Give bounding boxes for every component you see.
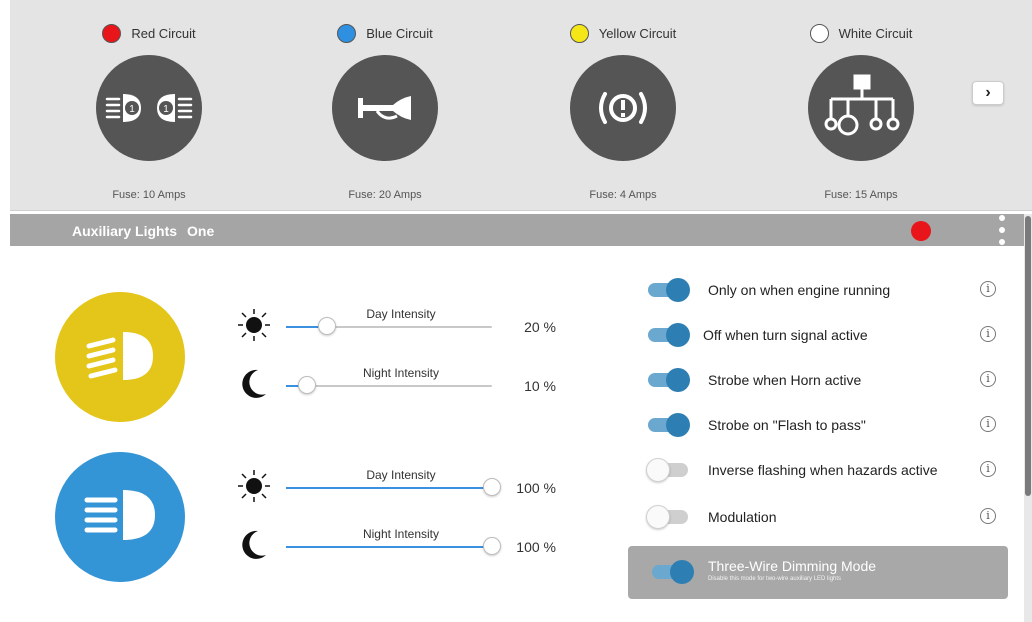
scrollbar-thumb[interactable] xyxy=(1025,216,1031,496)
circuit-name: Red Circuit xyxy=(131,25,196,41)
night-intensity-slider[interactable] xyxy=(286,376,492,394)
option-label: Strobe on "Flash to pass" xyxy=(708,417,866,433)
kebab-menu-icon[interactable] xyxy=(997,215,1007,245)
fuse-label: Fuse: 15 Amps xyxy=(824,189,898,201)
option-label: Off when turn signal active xyxy=(703,327,868,343)
headlights-icon[interactable]: 1 1 xyxy=(96,55,202,161)
slider-row-day-1: Day Intensity 20 % xyxy=(236,307,566,347)
moon-icon xyxy=(236,527,276,567)
info-icon[interactable]: i xyxy=(980,508,996,524)
circuit-indicator[interactable] xyxy=(911,221,931,241)
circuit-white[interactable]: White Circuit Fuse: 15 Amps xyxy=(742,0,980,211)
sun-icon xyxy=(236,468,276,508)
option-label: Modulation xyxy=(708,509,777,525)
chevron-right-icon: › xyxy=(985,84,991,101)
fuse-label: Fuse: 20 Amps xyxy=(348,189,422,201)
option-row: Modulation i xyxy=(640,503,1005,533)
option-toggle[interactable] xyxy=(648,278,690,302)
option-row: Only on when engine running i xyxy=(640,276,1005,306)
section-title: Auxiliary Lights One xyxy=(72,223,224,239)
app-window: Red Circuit 1 1 Fuse: 10 Amps Blue Circu… xyxy=(0,0,1032,622)
vertical-scrollbar[interactable] xyxy=(1024,214,1032,622)
night-intensity-value: 100 % xyxy=(516,539,556,555)
brake-warning-icon[interactable] xyxy=(570,55,676,161)
circuit-color-dot xyxy=(809,23,829,43)
night-intensity-value: 10 % xyxy=(524,378,556,394)
section-header: Auxiliary Lights One xyxy=(10,214,1024,246)
day-intensity-label: Day Intensity xyxy=(366,307,436,321)
circuit-name: Yellow Circuit xyxy=(598,25,677,41)
day-intensity-slider[interactable] xyxy=(286,478,501,496)
option-row: Off when turn signal active i xyxy=(640,321,1005,351)
option-toggle[interactable] xyxy=(648,368,690,392)
dimming-subtitle: Disable this mode for two-wire auxiliary… xyxy=(708,576,842,582)
day-intensity-slider[interactable] xyxy=(286,317,492,335)
circuit-color-dot xyxy=(102,23,122,43)
option-toggle[interactable] xyxy=(646,505,688,529)
option-toggle[interactable] xyxy=(648,413,690,437)
option-toggle[interactable] xyxy=(648,323,690,347)
circuit-blue[interactable]: Blue Circuit Fuse: 20 Amps xyxy=(266,0,504,211)
slider-knob[interactable] xyxy=(318,317,337,335)
day-intensity-label: Day Intensity xyxy=(366,468,436,482)
horn-icon[interactable] xyxy=(332,55,438,161)
circuit-color-dot xyxy=(569,23,589,43)
info-icon[interactable]: i xyxy=(980,326,996,342)
slider-row-day-2: Day Intensity 100 % xyxy=(236,468,566,508)
section-title-sub: One xyxy=(187,223,215,239)
fuse-label: Fuse: 4 Amps xyxy=(589,189,657,201)
slider-knob[interactable] xyxy=(483,537,501,555)
info-icon[interactable]: i xyxy=(980,461,996,477)
next-circuits-button[interactable]: › xyxy=(972,81,1004,105)
badge-text: 1 xyxy=(129,104,135,115)
circuit-color-dot xyxy=(337,23,357,43)
option-label: Strobe when Horn active xyxy=(708,372,862,388)
slider-row-night-1: Night Intensity 10 % xyxy=(236,366,566,406)
headlight-icon xyxy=(55,452,185,582)
slider-knob[interactable] xyxy=(297,376,316,394)
sun-icon xyxy=(236,307,276,347)
option-label: Inverse flashing when hazards active xyxy=(708,462,938,478)
option-toggle[interactable] xyxy=(646,458,688,482)
three-wire-dimming-panel: Three-Wire Dimming Mode Disable this mod… xyxy=(628,546,1008,599)
day-intensity-value: 100 % xyxy=(516,480,556,496)
option-row: Inverse flashing when hazards active i xyxy=(640,456,1005,486)
day-intensity-value: 20 % xyxy=(524,319,556,335)
circuit-tree-icon[interactable] xyxy=(808,55,914,161)
circuit-strip: Red Circuit 1 1 Fuse: 10 Amps Blue Circu… xyxy=(10,0,1032,211)
moon-icon xyxy=(236,366,276,406)
badge-text: 1 xyxy=(163,104,169,115)
slider-row-night-2: Night Intensity 100 % xyxy=(236,527,566,567)
circuit-name: White Circuit xyxy=(838,25,913,41)
info-icon[interactable]: i xyxy=(980,371,996,387)
circuit-name: Blue Circuit xyxy=(366,25,433,41)
auxiliary-light-icon xyxy=(55,292,185,422)
slider-knob[interactable] xyxy=(483,478,501,496)
dimming-toggle[interactable] xyxy=(652,560,694,584)
info-icon[interactable]: i xyxy=(980,416,996,432)
fuse-label: Fuse: 10 Amps xyxy=(112,189,186,201)
option-row: Strobe when Horn active i xyxy=(640,366,1005,396)
night-intensity-label: Night Intensity xyxy=(362,366,440,380)
night-intensity-label: Night Intensity xyxy=(362,527,440,541)
option-row: Strobe on "Flash to pass" i xyxy=(640,411,1005,441)
night-intensity-slider[interactable] xyxy=(286,537,501,555)
section-title-main: Auxiliary Lights xyxy=(72,223,178,239)
circuit-red[interactable]: Red Circuit 1 1 Fuse: 10 Amps xyxy=(30,0,268,211)
info-icon[interactable]: i xyxy=(980,281,996,297)
option-label: Only on when engine running xyxy=(708,282,891,298)
dimming-title: Three-Wire Dimming Mode xyxy=(708,558,877,574)
circuit-yellow[interactable]: Yellow Circuit Fuse: 4 Amps xyxy=(504,0,742,211)
